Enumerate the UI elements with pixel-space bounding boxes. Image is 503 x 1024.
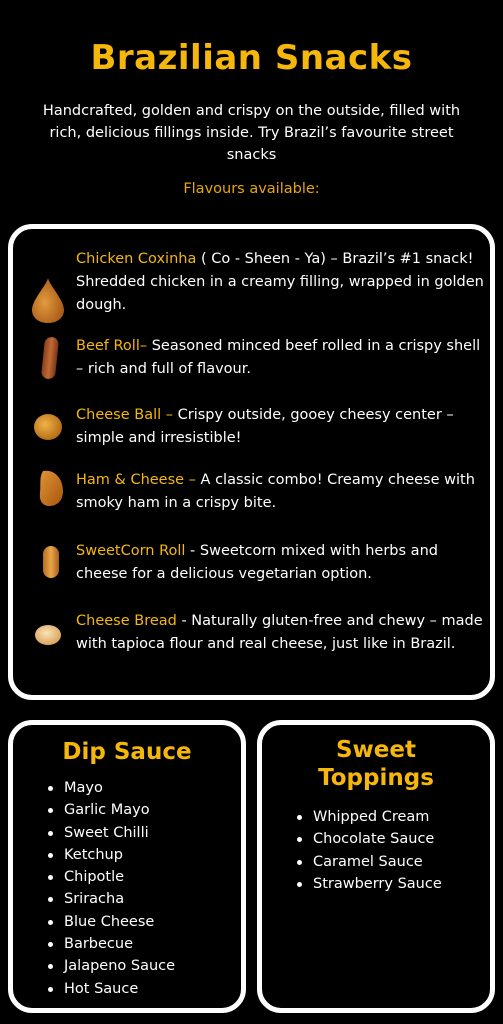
sweet-toppings-list: Whipped Cream Chocolate Sauce Caramel Sa… (293, 806, 490, 895)
item-name: Cheese Bread (76, 613, 177, 629)
sweet-toppings-card: Sweet Toppings Whipped Cream Chocolate S… (257, 720, 495, 1013)
cheese-bread-icon (35, 625, 61, 645)
flavours-label: Flavours available: (183, 181, 320, 197)
list-item: Blue Cheese (44, 911, 241, 933)
list-item: Whipped Cream (293, 806, 490, 828)
list-item: Mayo (44, 777, 241, 799)
dip-sauce-list: Mayo Garlic Mayo Sweet Chilli Ketchup Ch… (44, 777, 241, 1000)
item-name: Chicken Coxinha (76, 251, 197, 267)
list-item: Caramel Sauce (293, 851, 490, 873)
item-name: Beef Roll– (76, 338, 148, 354)
item-name: Ham & Cheese – (76, 472, 196, 488)
list-item: Hot Sauce (44, 978, 241, 1000)
list-item: Chocolate Sauce (293, 828, 490, 850)
ham-cheese-icon (39, 470, 63, 506)
list-item: Sweet Chilli (44, 822, 241, 844)
dip-sauce-title: Dip Sauce (62, 739, 192, 765)
list-item: Strawberry Sauce (293, 873, 490, 895)
list-item: Jalapeno Sauce (44, 955, 241, 977)
sweet-toppings-title-line2: Toppings (318, 765, 434, 791)
dip-sauce-card: Dip Sauce Mayo Garlic Mayo Sweet Chilli … (8, 720, 246, 1013)
flavours-card: Chicken Coxinha ( Co - Sheen - Ya) – Bra… (8, 224, 495, 700)
list-item: Barbecue (44, 933, 241, 955)
list-item: Chipotle (44, 866, 241, 888)
list-item: Sriracha (44, 888, 241, 910)
coxinha-icon (32, 278, 64, 323)
item-name: Cheese Ball – (76, 407, 173, 423)
beef-roll-icon (41, 337, 59, 379)
cheese-ball-icon (34, 414, 62, 440)
list-item: Ketchup (44, 844, 241, 866)
page-subtitle: Handcrafted, golden and crispy on the ou… (42, 103, 461, 163)
item-name: SweetCorn Roll (76, 543, 186, 559)
sweetcorn-roll-icon (43, 546, 59, 578)
list-item: Garlic Mayo (44, 799, 241, 821)
page-title: Brazilian Snacks (90, 38, 413, 78)
sweet-toppings-title-line1: Sweet (335, 737, 416, 763)
sweet-toppings-title: Sweet Toppings (262, 736, 490, 792)
